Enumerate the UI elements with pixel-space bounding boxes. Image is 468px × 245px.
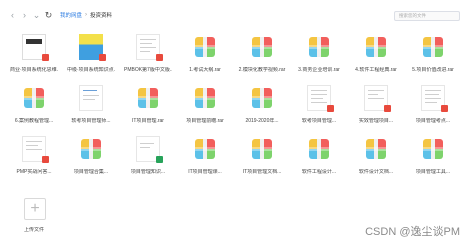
breadcrumb-separator-icon: ›: [85, 12, 88, 18]
rar-icon: [307, 34, 331, 60]
file-name: 1.考试大纲.rar: [189, 67, 221, 73]
file-name: IT项目管理课...: [188, 169, 222, 175]
file-name: 软考项目管理...: [301, 118, 337, 124]
file-name: 软考项目管理师...: [71, 118, 111, 124]
file-thumbnail: [22, 136, 49, 163]
refresh-icon[interactable]: ↻: [44, 9, 53, 21]
file-tile[interactable]: 2.模块化教学视频.rar: [238, 34, 286, 86]
file-tile[interactable]: 项目管理考点...: [409, 85, 457, 137]
file-name: IT项目管理文档...: [242, 169, 282, 175]
pdf-icon: [99, 54, 106, 61]
file-thumbnail: [136, 34, 163, 61]
file-tile[interactable]: IT项目管理课...: [181, 136, 229, 188]
file-thumbnail: [136, 136, 163, 163]
rar-icon: [136, 85, 160, 111]
plus-icon: +: [24, 198, 46, 220]
upload-row: + 上传文件: [10, 194, 70, 245]
chevron-left-icon[interactable]: ‹: [8, 9, 17, 21]
file-tile[interactable]: 项目管理合集...: [67, 136, 115, 188]
rar-icon: [421, 136, 445, 162]
pdf-icon: [42, 54, 49, 61]
rar-icon: [193, 85, 217, 111]
file-tile[interactable]: 软考项目管理...: [295, 85, 343, 137]
file-tile[interactable]: 6.案例教程管理...: [10, 85, 58, 137]
rar-icon: [307, 136, 331, 162]
file-thumbnail: [307, 85, 334, 112]
file-tile[interactable]: PMP实战问答...: [10, 136, 58, 188]
file-name: 项目管理前瞻.rar: [186, 118, 224, 124]
upload-button[interactable]: + 上传文件: [10, 194, 58, 245]
chevron-right-icon[interactable]: ›: [20, 9, 29, 21]
file-name: 软件工程设计...: [301, 169, 337, 175]
file-name: 2.模块化教学视频.rar: [238, 67, 286, 73]
file-name: 软件设计文档...: [358, 169, 394, 175]
file-row: 6.案例教程管理... 软考项目管理师... IT项目管理.rar 项目管理前瞻…: [10, 85, 460, 137]
file-thumbnail: [364, 85, 391, 112]
file-tile[interactable]: 软件设计文档...: [352, 136, 400, 188]
file-tile[interactable]: 项目管理前瞻.rar: [181, 85, 229, 137]
file-tile[interactable]: IT项目管理.rar: [124, 85, 172, 137]
file-tile[interactable]: 2019-2020年...: [238, 85, 286, 137]
watermark: CSDN @逸尘谈PM: [365, 226, 460, 238]
rar-icon: [193, 34, 217, 60]
file-tile[interactable]: 实效管理项目...: [352, 85, 400, 137]
breadcrumb-root[interactable]: 我的网盘: [60, 11, 82, 19]
file-tile[interactable]: 中级·项目系统知识点...: [67, 34, 115, 86]
file-name: 项目管理工具...: [415, 169, 451, 175]
file-row: PMP实战问答... 项目管理合集... 项目管理知识... IT项目管理课..…: [10, 136, 460, 188]
file-tile[interactable]: 5.项目价值改进.rar: [409, 34, 457, 86]
file-row: 商业·项目系统化思维... 中级·项目系统知识点... PMBOK第7版中文版.…: [10, 34, 460, 86]
file-name: 4.软件工程经典.rar: [355, 67, 397, 73]
excel-icon: [156, 156, 163, 163]
file-tile[interactable]: 3.商务企业培训.rar: [295, 34, 343, 86]
breadcrumb: 我的网盘 › 投资资料: [60, 11, 112, 19]
pdf-icon: [441, 105, 448, 112]
file-name: PMP实战问答...: [16, 169, 52, 175]
file-name: 项目管理合集...: [73, 169, 109, 175]
file-tile[interactable]: 商业·项目系统化思维...: [10, 34, 58, 86]
pdf-icon: [384, 105, 391, 112]
file-tile[interactable]: 1.考试大纲.rar: [181, 34, 229, 86]
rar-icon: [364, 136, 388, 162]
upload-label: 上传文件: [23, 227, 44, 233]
pdf-icon: [327, 105, 334, 112]
file-name: PMBOK第7版中文版...: [124, 67, 172, 73]
file-name: 5.项目价值改进.rar: [412, 67, 454, 73]
file-name: 2019-2020年...: [245, 118, 279, 124]
rar-icon: [250, 136, 274, 162]
file-tile[interactable]: 4.软件工程经典.rar: [352, 34, 400, 86]
file-tile[interactable]: IT项目管理文档...: [238, 136, 286, 188]
rar-icon: [250, 85, 274, 111]
search-input[interactable]: 搜索您的文件: [394, 11, 460, 21]
rar-icon: [421, 34, 445, 60]
file-tile[interactable]: 项目管理工具...: [409, 136, 457, 188]
rar-icon: [364, 34, 388, 60]
rar-icon: [79, 136, 103, 162]
file-name: 商业·项目系统化思维...: [10, 67, 58, 73]
toolbar: ‹ › ⌄ ↻ 我的网盘 › 投资资料 搜索您的文件: [0, 0, 468, 30]
file-name: 项目管理知识...: [130, 169, 166, 175]
rar-icon: [193, 136, 217, 162]
file-name: 中级·项目系统知识点...: [67, 67, 115, 73]
rar-icon: [250, 34, 274, 60]
file-name: IT项目管理.rar: [132, 118, 164, 124]
rar-icon: [22, 85, 46, 111]
file-name: 3.商务企业培训.rar: [298, 67, 340, 73]
pdf-icon: [42, 156, 49, 163]
file-name: 6.案例教程管理...: [14, 118, 54, 124]
file-thumbnail: [421, 85, 448, 112]
breadcrumb-current: 投资资料: [90, 13, 113, 19]
file-tile[interactable]: 项目管理知识...: [124, 136, 172, 188]
pdf-icon: [156, 54, 163, 61]
chevron-down-icon[interactable]: ⌄: [32, 9, 41, 21]
file-tile[interactable]: PMBOK第7版中文版...: [124, 34, 172, 86]
file-tile[interactable]: 软考项目管理师...: [67, 85, 115, 137]
file-thumbnail: [79, 34, 106, 61]
file-name: 项目管理考点...: [415, 118, 451, 124]
file-thumbnail: [22, 34, 49, 61]
file-thumbnail: [79, 85, 103, 111]
file-tile[interactable]: 软件工程设计...: [295, 136, 343, 188]
file-name: 实效管理项目...: [358, 118, 394, 124]
